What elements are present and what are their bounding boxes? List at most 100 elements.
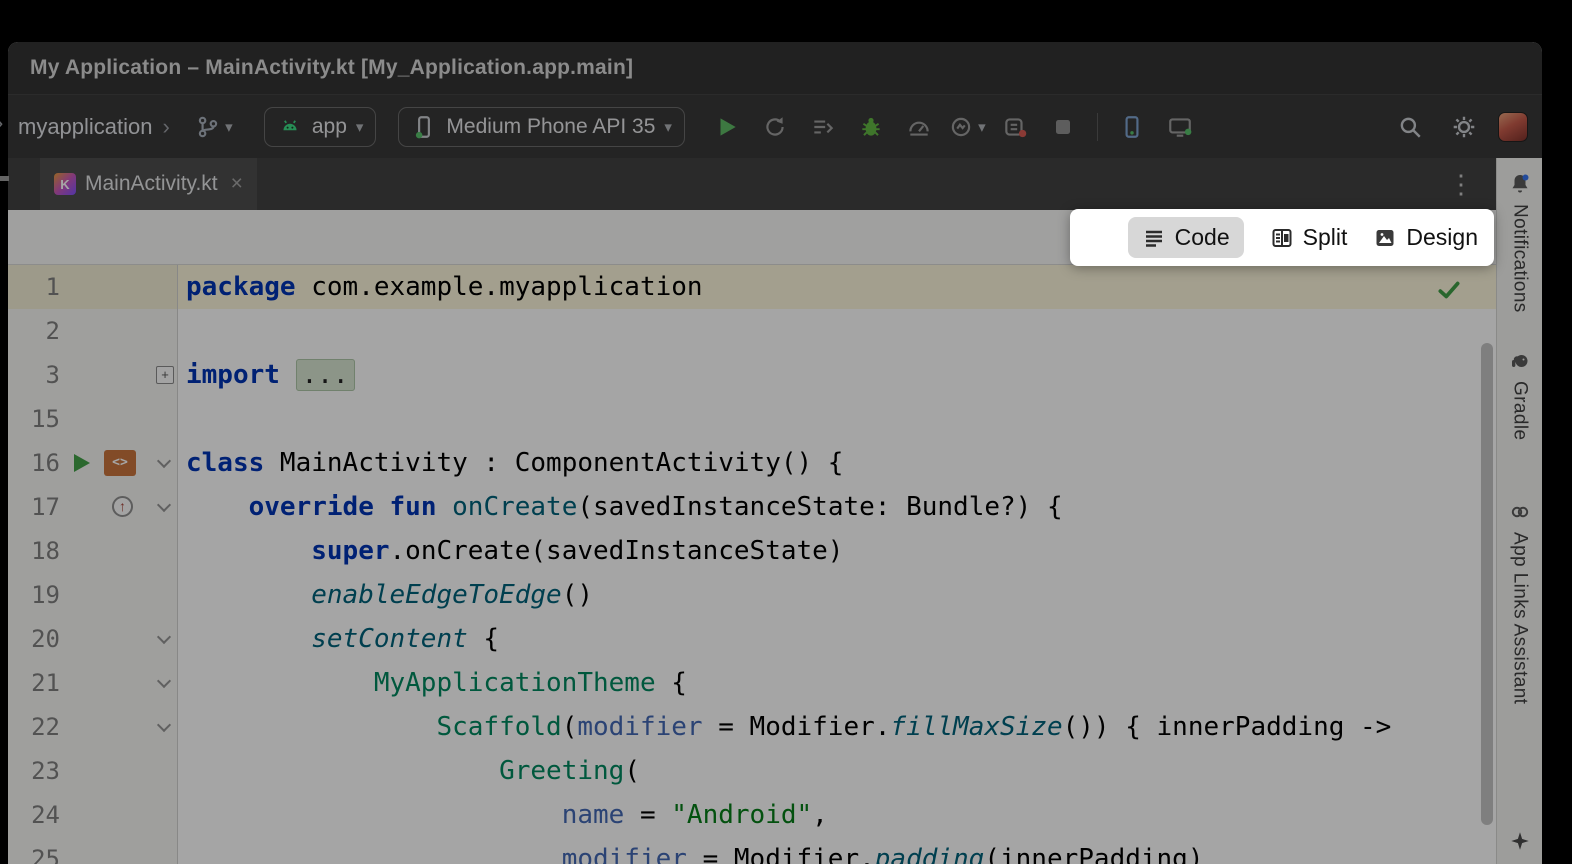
device-label: Medium Phone API 35 (446, 115, 655, 139)
code-text: package com.example.myapplication (178, 265, 703, 309)
stop-icon (1051, 115, 1075, 139)
gutter-cell[interactable]: 1 (8, 265, 178, 309)
sidebar-item-app-links-assistant[interactable]: App Links Assistant (1508, 500, 1532, 704)
profiler-dropdown-button[interactable]: ▾ (947, 107, 987, 147)
attach-debugger-button[interactable] (995, 107, 1035, 147)
code-line[interactable]: 17↑ override fun onCreate(savedInstanceS… (8, 485, 1496, 529)
view-toggle-code[interactable]: Code (1128, 217, 1244, 258)
stripe-label-app-links: App Links Assistant (1509, 532, 1531, 704)
code-line[interactable]: 21 MyApplicationTheme { (8, 661, 1496, 705)
kotlin-file-icon: K (54, 173, 76, 195)
title-bar: My Application – MainActivity.kt [My_App… (8, 42, 1542, 94)
gear-icon (1451, 114, 1477, 140)
gutter-cell[interactable]: 23 (8, 749, 178, 793)
code-text: modifier = Modifier.padding(innerPadding… (178, 837, 1204, 864)
gutter-cell[interactable]: 20 (8, 617, 178, 661)
user-avatar[interactable] (1498, 112, 1528, 142)
gutter-cell[interactable]: 17 ↑ (8, 485, 178, 529)
stop-button[interactable] (1043, 107, 1083, 147)
sidebar-item-gradle[interactable]: Gradle (1508, 349, 1532, 440)
gutter-cell[interactable]: 25 (8, 837, 178, 864)
stripe-label-notifications: Notifications (1509, 204, 1531, 313)
fold-marker-icon[interactable] (157, 454, 171, 468)
code-line[interactable]: 20 setContent { (8, 617, 1496, 661)
git-branch-icon (195, 114, 221, 140)
chevron-down-icon: ▾ (225, 118, 233, 136)
code-line[interactable]: 16<>class MainActivity : ComponentActivi… (8, 441, 1496, 485)
running-devices-button[interactable] (1160, 107, 1200, 147)
gutter-cell[interactable]: 21 (8, 661, 178, 705)
gutter-cell[interactable]: 15 (8, 397, 178, 441)
toolbar-separator (1097, 113, 1098, 141)
scrollbar-thumb[interactable] (1481, 343, 1493, 825)
tab-mainactivity[interactable]: K MainActivity.kt × (40, 158, 257, 210)
code-text: enableEdgeToEdge() (178, 573, 593, 617)
line-number: 23 (8, 749, 60, 793)
vcs-widget[interactable]: ▾ (194, 107, 234, 147)
code-line[interactable]: 1package com.example.myapplication (8, 265, 1496, 309)
fold-marker-icon[interactable] (157, 674, 171, 688)
gradle-elephant-icon (1508, 349, 1532, 373)
inspections-status-check[interactable] (1436, 277, 1462, 303)
right-tool-stripe: Notifications Gradle (1496, 158, 1542, 864)
screen: › My Application – MainActivity.kt [My_A… (0, 0, 1572, 864)
gutter-cell[interactable]: 16<> (8, 441, 178, 485)
fold-marker-icon[interactable] (157, 630, 171, 644)
sparkle-icon (1509, 830, 1531, 852)
code-line[interactable]: 22 Scaffold(modifier = Modifier.fillMaxS… (8, 705, 1496, 749)
search-button[interactable] (1390, 107, 1430, 147)
design-view-icon (1373, 226, 1397, 250)
code-text (178, 397, 186, 441)
tab-label: MainActivity.kt (85, 172, 218, 196)
chevron-down-icon: ▾ (978, 118, 986, 136)
apply-code-changes-button[interactable] (803, 107, 843, 147)
fold-marker-icon[interactable] (157, 498, 171, 512)
fold-marker-icon[interactable] (157, 718, 171, 732)
expand-fold-icon[interactable]: + (156, 366, 174, 384)
code-line[interactable]: 18 super.onCreate(savedInstanceState) (8, 529, 1496, 573)
code-lines: 1package com.example.myapplication23+imp… (8, 265, 1496, 864)
code-line[interactable]: 19 enableEdgeToEdge() (8, 573, 1496, 617)
view-toggle-split[interactable]: Split (1270, 224, 1348, 251)
search-icon (1397, 114, 1423, 140)
code-text: super.onCreate(savedInstanceState) (178, 529, 843, 573)
breadcrumb-label[interactable]: myapplication (18, 114, 153, 140)
view-toggle-design[interactable]: Design (1373, 224, 1478, 251)
code-line[interactable]: 25 modifier = Modifier.padding(innerPadd… (8, 837, 1496, 864)
line-number: 15 (8, 397, 60, 441)
code-line[interactable]: 24 name = "Android", (8, 793, 1496, 837)
gutter-cell[interactable]: 22 (8, 705, 178, 749)
code-editor[interactable]: 1package com.example.myapplication23+imp… (8, 265, 1496, 864)
apply-changes-button[interactable] (755, 107, 795, 147)
tab-options-menu[interactable]: ⋮ (1440, 169, 1482, 200)
gutter-cell[interactable]: 19 (8, 573, 178, 617)
gutter-cell[interactable]: 3+ (8, 353, 178, 397)
debug-button[interactable] (851, 107, 891, 147)
close-icon[interactable]: × (231, 172, 243, 196)
gutter-cell[interactable]: 24 (8, 793, 178, 837)
code-text (178, 309, 186, 353)
code-line[interactable]: 15 (8, 397, 1496, 441)
run-gutter-icon[interactable] (74, 454, 90, 472)
settings-button[interactable] (1444, 107, 1484, 147)
compose-preview-icon[interactable]: <> (104, 450, 136, 476)
gutter-cell[interactable]: 18 (8, 529, 178, 573)
profile-button[interactable] (899, 107, 939, 147)
line-number: 17 (8, 485, 60, 529)
line-number: 22 (8, 705, 60, 749)
device-dropdown[interactable]: Medium Phone API 35 ▾ (398, 107, 685, 147)
gutter-cell[interactable]: 2 (8, 309, 178, 353)
device-manager-icon (1119, 114, 1145, 140)
device-manager-button[interactable] (1112, 107, 1152, 147)
sidebar-item-notifications[interactable]: Notifications (1508, 172, 1532, 313)
code-line[interactable]: 23 Greeting( (8, 749, 1496, 793)
refresh-icon (762, 114, 788, 140)
ai-assistant-button[interactable] (1509, 830, 1531, 852)
run-button[interactable] (707, 107, 747, 147)
code-line[interactable]: 3+import ... (8, 353, 1496, 397)
run-config-dropdown[interactable]: app ▾ (264, 107, 377, 147)
breadcrumb[interactable]: myapplication › (18, 114, 170, 140)
code-line[interactable]: 2 (8, 309, 1496, 353)
line-number: 21 (8, 661, 60, 705)
override-method-icon[interactable]: ↑ (112, 496, 133, 517)
